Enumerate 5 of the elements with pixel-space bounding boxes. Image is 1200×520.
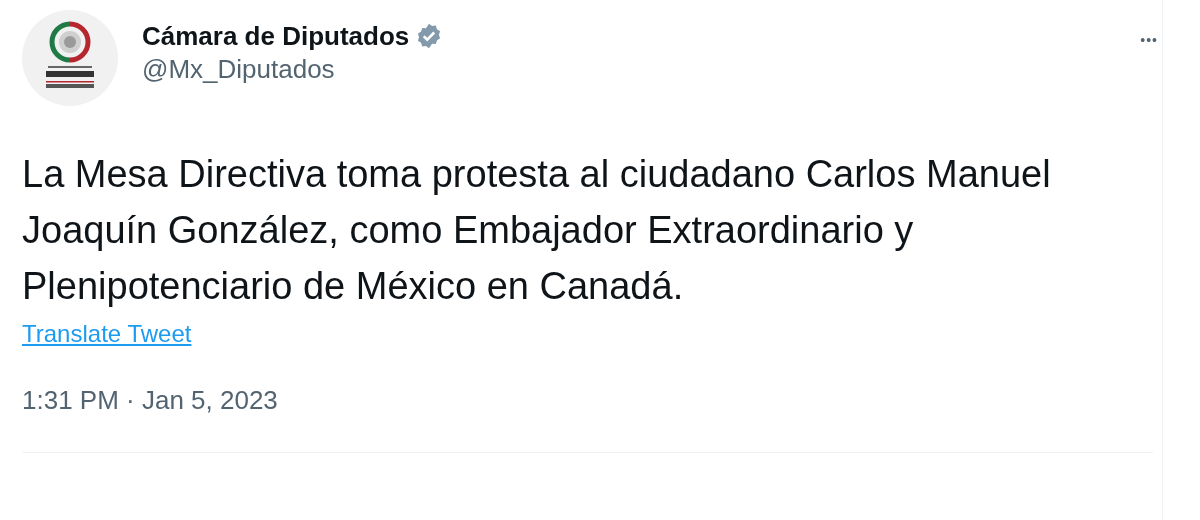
tweet-text: La Mesa Directiva toma protesta al ciudadano Carlos Manuel Joaquín González, como Embajador Extraordinario y Plenipotenciario de México en Canadá.	[22, 152, 1052, 309]
author-handle[interactable]: @Mx_Diputados	[142, 52, 444, 86]
author-name[interactable]: Cámara de Diputados	[142, 20, 410, 52]
more-button[interactable]: •••	[1136, 30, 1162, 50]
tweet-timestamp[interactable]: 1:31 PM · Jan 5, 2023	[22, 384, 1162, 416]
